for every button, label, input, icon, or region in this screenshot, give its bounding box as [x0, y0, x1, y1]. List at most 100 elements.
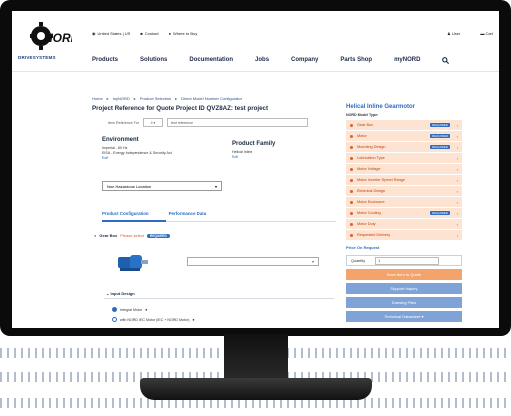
chevron-right-icon: ›: [456, 166, 458, 172]
cart-link[interactable]: ▬ Cart: [480, 31, 493, 36]
item-reference-input[interactable]: test reference: [166, 118, 308, 127]
cart-icon: ▬: [480, 31, 485, 36]
quantity-row: Quantity 1: [346, 255, 462, 266]
breadcrumb-configurator: Direct Model Number Configurator: [181, 96, 243, 101]
nav-item-mynord[interactable]: myNORD: [394, 57, 420, 66]
search-icon[interactable]: [442, 57, 450, 66]
monitor-frame: NORD DRIVESYSTEMS ◉United States | US ■C…: [0, 0, 511, 336]
nav-item-documentation[interactable]: Documentation: [189, 57, 233, 66]
page-title: Project Reference for Quote Project ID Q…: [92, 105, 269, 112]
support-inquiry-button[interactable]: Support Inquiry: [346, 283, 462, 294]
gearbox-image: [116, 251, 150, 278]
config-option-label: Motor Duty: [357, 222, 376, 226]
config-option-label: Electrical Design: [357, 189, 386, 193]
status-dot-icon: [350, 123, 353, 127]
product-family-heading: Product Family: [232, 141, 276, 147]
region-link[interactable]: ◉ United States | US: [92, 31, 130, 36]
gearbox-required-text: Please select: [120, 233, 145, 238]
config-option-row[interactable]: Motor Cooling REQUIRED ›: [346, 208, 462, 218]
where-to-buy-link[interactable]: ● Where to Buy: [169, 31, 198, 36]
required-dot-icon: ●: [94, 233, 97, 238]
nav-item-company[interactable]: Company: [291, 57, 318, 66]
config-option-row[interactable]: Motor Inverter Speed Range ›: [346, 175, 462, 185]
config-option-label: Motor Voltage: [357, 167, 381, 171]
chevron-right-icon: ▸: [133, 96, 136, 101]
location-select[interactable]: Non Hazardous Location ▾: [102, 181, 222, 191]
user-icon: ♟: [447, 31, 451, 36]
chevron-right-icon: ›: [456, 155, 458, 161]
save-to-quote-button[interactable]: Save Item to Quote: [346, 269, 462, 280]
status-dot-icon: [350, 167, 353, 171]
config-option-row[interactable]: Lubrication Type ›: [346, 153, 462, 163]
status-dot-icon: [350, 178, 353, 182]
technical-datasheet-button[interactable]: Technical Datasheet ▾: [346, 311, 462, 322]
environment-heading: Environment: [102, 137, 139, 143]
required-badge: REQUIRED: [147, 233, 170, 238]
location-pin-icon: ●: [168, 31, 171, 36]
nav-item-parts-shop[interactable]: Parts Shop: [340, 57, 372, 66]
chevron-down-icon: ▾: [311, 259, 314, 264]
nav-item-products[interactable]: Products: [92, 57, 118, 66]
contact-link[interactable]: ■ Contact: [140, 31, 158, 36]
quantity-label: Quantity: [351, 258, 366, 263]
config-option-label: Gear Box: [357, 123, 374, 127]
info-icon[interactable]: ●: [145, 308, 147, 312]
item-reference-label: Item Reference For: [108, 120, 139, 125]
chevron-right-icon: ›: [456, 199, 458, 205]
nord-logo[interactable]: NORD: [30, 21, 72, 51]
drawing-files-button[interactable]: Drawing Files: [346, 297, 462, 308]
chevron-right-icon: ›: [456, 188, 458, 194]
chevron-right-icon: ›: [456, 144, 458, 150]
monitor-neck: [224, 334, 288, 382]
config-option-row[interactable]: Electrical Design ›: [346, 186, 462, 196]
chevron-right-icon: ›: [456, 210, 458, 216]
input-design-heading: ⌄ Input Design: [106, 291, 135, 296]
right-panel-heading: Helical Inline Gearmotor: [346, 104, 416, 110]
config-option-row[interactable]: Requested Delivery ›: [346, 230, 462, 240]
nav-item-jobs[interactable]: Jobs: [255, 57, 269, 66]
chevron-right-icon: ▸: [175, 96, 178, 101]
status-dot-icon: [350, 200, 353, 204]
item-reference-select[interactable]: 4 ▾: [142, 118, 163, 127]
chevron-down-icon: ▾: [421, 314, 424, 319]
config-option-row[interactable]: Mounting Design REQUIRED ›: [346, 142, 462, 152]
config-option-row[interactable]: Gear Box REQUIRED ›: [346, 120, 462, 130]
config-option-row[interactable]: Motor Duty ›: [346, 219, 462, 229]
config-tabs: Product Configuration Performance Data: [102, 211, 206, 216]
chevron-right-icon: ›: [456, 122, 458, 128]
product-family-edit-link[interactable]: Edit: [232, 155, 238, 159]
config-option-row[interactable]: Motor Enclosure ›: [346, 197, 462, 207]
breadcrumb-home[interactable]: Home: [92, 96, 103, 101]
tab-product-configuration[interactable]: Product Configuration: [102, 211, 149, 216]
chevron-down-icon: ⌄: [106, 291, 110, 296]
user-link[interactable]: ♟ User: [447, 31, 460, 36]
status-dot-icon: [350, 189, 353, 193]
tab-performance-data[interactable]: Performance Data: [169, 211, 207, 216]
chevron-right-icon: ›: [456, 133, 458, 139]
item-reference-row: Item Reference For 4 ▾ test reference: [108, 118, 308, 127]
required-badge: REQUIRED: [430, 134, 450, 138]
status-dot-icon: [350, 145, 353, 149]
config-option-label: Lubrication Type: [357, 156, 385, 160]
logo-text: NORD: [44, 31, 72, 45]
config-option-row[interactable]: Motor Voltage ›: [346, 164, 462, 174]
info-icon[interactable]: ●: [192, 318, 194, 322]
brand-name: DRIVESYSTEMS: [18, 55, 56, 60]
environment-edit-link[interactable]: Edit: [102, 156, 108, 160]
gearbox-select[interactable]: ▾: [187, 257, 319, 266]
price-heading: Price On Request: [346, 245, 380, 250]
breadcrumb-product-selection[interactable]: Product Selection: [140, 96, 171, 101]
mail-icon: ■: [140, 31, 143, 36]
product-family-details: Helical Inline Edit: [232, 150, 253, 159]
active-tab-indicator: [102, 220, 166, 222]
radio-integral-motor[interactable]: Integral Motor ●: [112, 307, 147, 312]
status-dot-icon: [350, 211, 353, 215]
config-option-label: Motor: [357, 134, 367, 138]
top-right-links: ♟ User ▬ Cart: [447, 31, 493, 36]
breadcrumb-mynord[interactable]: myNORD: [113, 96, 130, 101]
config-option-row[interactable]: Motor REQUIRED ›: [346, 131, 462, 141]
quantity-input[interactable]: 1: [375, 256, 440, 265]
radio-nord-iec-motor[interactable]: with NORD IEC Motor (IEC + NORD Motor) ●: [112, 317, 195, 322]
nav-item-solutions[interactable]: Solutions: [140, 57, 167, 66]
radio-selected-icon: [112, 307, 117, 312]
